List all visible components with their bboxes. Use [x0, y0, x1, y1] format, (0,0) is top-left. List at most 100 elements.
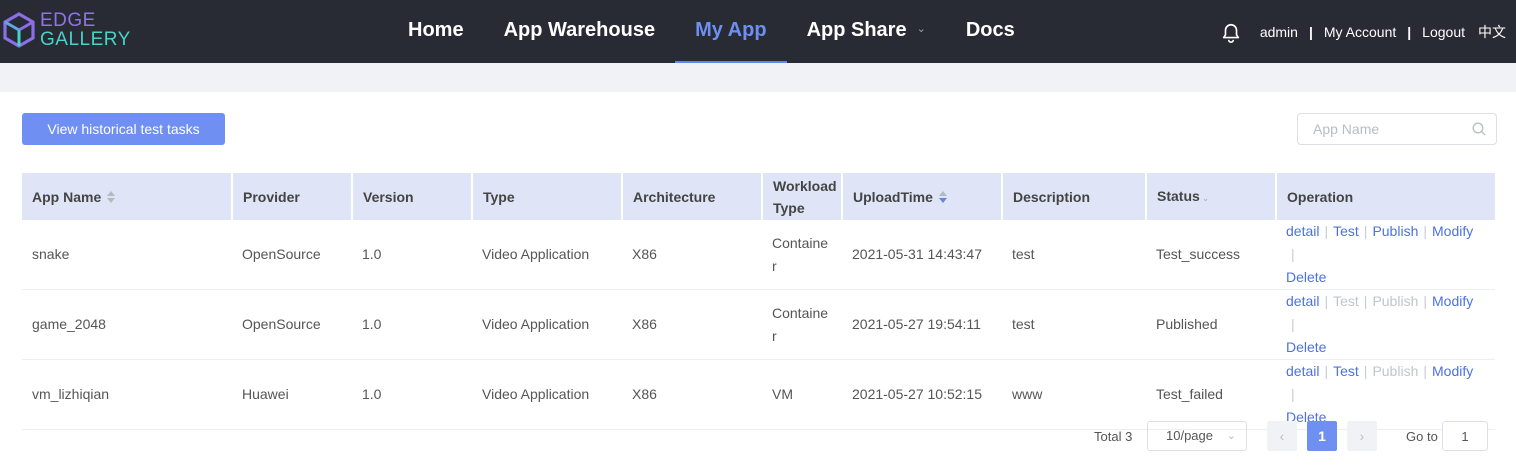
- my-app-table: App Name Provider Version Type Architect…: [22, 173, 1495, 430]
- modify-link[interactable]: Modify: [1432, 293, 1473, 309]
- goto-label: Go to: [1406, 429, 1438, 444]
- cell-operations: detail | Test | Publish | Modify| Delete: [1276, 289, 1495, 360]
- col-workload-type: Workload Type: [762, 173, 843, 220]
- test-link[interactable]: Test: [1333, 363, 1359, 379]
- modify-link[interactable]: Modify: [1432, 223, 1473, 239]
- logout-link[interactable]: Logout: [1422, 24, 1465, 40]
- op-separator: |: [1363, 293, 1368, 309]
- col-upload-time[interactable]: UploadTime: [842, 173, 1003, 220]
- username-link[interactable]: admin: [1260, 24, 1298, 40]
- search-icon[interactable]: [1472, 122, 1486, 136]
- op-separator: |: [1363, 363, 1368, 379]
- page-size-select[interactable]: 10/page ⌄: [1147, 421, 1247, 451]
- cell-status: Published: [1146, 289, 1276, 360]
- publish-link: Publish: [1372, 293, 1419, 309]
- op-separator: |: [1363, 223, 1368, 239]
- op-separator: |: [1324, 223, 1329, 239]
- detail-link[interactable]: detail: [1286, 293, 1319, 309]
- cell-app-name: snake: [22, 220, 232, 290]
- nav-docs[interactable]: Docs: [946, 0, 1035, 63]
- edgegallery-logo[interactable]: EDGE GALLERY: [2, 10, 132, 52]
- cell-operations: detail | Test | Publish | Modify| Delete: [1276, 220, 1495, 290]
- nav-app-warehouse[interactable]: App Warehouse: [484, 0, 676, 63]
- cell-app-name: vm_lizhiqian: [22, 359, 232, 430]
- nav-my-app[interactable]: My App: [675, 0, 788, 63]
- cell-workload-type: VM: [762, 359, 842, 430]
- cell-architecture: X86: [622, 220, 762, 290]
- cell-workload-type: Container: [762, 289, 842, 360]
- op-separator: |: [1423, 363, 1427, 379]
- cell-upload-time: 2021-05-27 19:54:11: [842, 289, 1002, 360]
- cell-type: Video Application: [472, 289, 622, 360]
- op-separator: |: [1324, 293, 1329, 309]
- cell-app-name: game_2048: [22, 289, 232, 360]
- nav-app-share[interactable]: App Share ⌄: [787, 0, 946, 63]
- detail-link[interactable]: detail: [1286, 363, 1319, 379]
- table-header-row: App Name Provider Version Type Architect…: [22, 173, 1495, 220]
- cell-upload-time: 2021-05-27 10:52:15: [842, 359, 1002, 430]
- chevron-right-icon: ›: [1359, 428, 1365, 444]
- modify-link[interactable]: Modify: [1432, 363, 1473, 379]
- col-architecture: Architecture: [622, 173, 763, 220]
- op-separator: |: [1423, 293, 1427, 309]
- delete-link[interactable]: Delete: [1286, 339, 1326, 355]
- cell-description: test: [1002, 289, 1146, 360]
- cell-version: 1.0: [352, 220, 472, 290]
- col-app-name[interactable]: App Name: [22, 173, 233, 220]
- col-description: Description: [1002, 173, 1147, 220]
- cell-upload-time: 2021-05-31 14:43:47: [842, 220, 1002, 290]
- table-row: game_2048 OpenSource 1.0 Video Applicati…: [22, 289, 1495, 360]
- goto-page-input[interactable]: [1442, 421, 1488, 451]
- op-separator: |: [1291, 386, 1295, 402]
- logo-line-edge: EDGE: [40, 10, 96, 31]
- next-page-button[interactable]: ›: [1347, 421, 1377, 451]
- publish-link[interactable]: Publish: [1372, 223, 1418, 239]
- op-separator: |: [1423, 223, 1427, 239]
- language-switch[interactable]: 中文: [1478, 22, 1506, 42]
- col-status[interactable]: Status ⌄: [1146, 173, 1277, 220]
- col-app-name-label: App Name: [32, 188, 102, 205]
- nav-home[interactable]: Home: [388, 0, 484, 63]
- chevron-down-icon: ⌄: [916, 22, 926, 35]
- filter-chevron-icon[interactable]: ⌄: [1202, 193, 1210, 203]
- delete-link[interactable]: Delete: [1286, 269, 1326, 285]
- logo-line-gallery: GALLERY: [40, 29, 131, 50]
- op-separator: |: [1291, 246, 1295, 262]
- table-row: snake OpenSource 1.0 Video Application X…: [22, 220, 1495, 290]
- cell-status: Test_failed: [1146, 359, 1276, 430]
- cell-provider: OpenSource: [232, 289, 352, 360]
- col-upload-time-label: UploadTime: [853, 188, 933, 205]
- page-size-value: 10/page: [1166, 428, 1213, 443]
- cell-version: 1.0: [352, 289, 472, 360]
- cell-architecture: X86: [622, 359, 762, 430]
- cube-logo-icon: [3, 12, 35, 48]
- search-input[interactable]: [1298, 114, 1468, 144]
- page-number-current[interactable]: 1: [1307, 421, 1337, 451]
- separator: |: [1407, 23, 1412, 40]
- detail-link[interactable]: detail: [1286, 223, 1319, 239]
- my-app-panel: View historical test tasks App Name Prov…: [0, 92, 1516, 472]
- sort-caret-icon[interactable]: [938, 190, 947, 203]
- cell-description: test: [1002, 220, 1146, 290]
- notification-bell-icon[interactable]: [1220, 22, 1242, 44]
- op-separator: |: [1291, 316, 1295, 332]
- prev-page-button[interactable]: ‹: [1267, 421, 1297, 451]
- chevron-down-icon: ⌄: [1226, 430, 1236, 442]
- cell-operations: detail | Test | Publish | Modify| Delete: [1276, 359, 1495, 430]
- top-navigation-bar: EDGE GALLERY Home App Warehouse My App A…: [0, 0, 1516, 63]
- view-historical-test-tasks-button[interactable]: View historical test tasks: [22, 113, 225, 145]
- test-link[interactable]: Test: [1333, 223, 1359, 239]
- pagination-total: Total 3: [1094, 429, 1133, 444]
- app-name-search: [1297, 113, 1497, 145]
- my-account-link[interactable]: My Account: [1324, 24, 1396, 40]
- chevron-left-icon: ‹: [1279, 428, 1285, 444]
- sort-caret-icon[interactable]: [107, 190, 116, 203]
- logo-text: EDGE GALLERY: [40, 11, 131, 49]
- cell-version: 1.0: [352, 359, 472, 430]
- cell-provider: Huawei: [232, 359, 352, 430]
- col-type: Type: [472, 173, 623, 220]
- cell-status: Test_success: [1146, 220, 1276, 290]
- publish-link: Publish: [1372, 363, 1419, 379]
- col-version: Version: [352, 173, 473, 220]
- cell-architecture: X86: [622, 289, 762, 360]
